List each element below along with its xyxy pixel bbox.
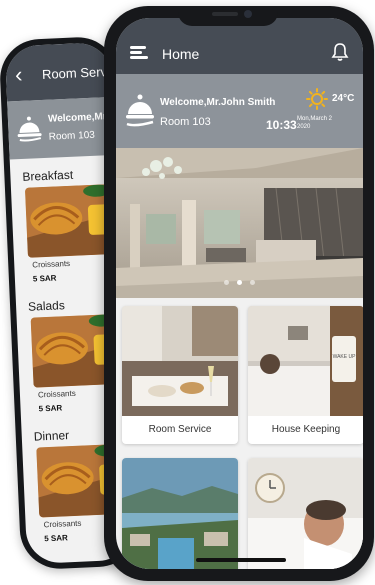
front-camera: [244, 10, 252, 18]
carousel-indicator[interactable]: [116, 272, 363, 290]
food-price: 5 SAR: [32, 273, 57, 284]
tile-label: Room Service: [148, 424, 212, 435]
back-welcome-banner: Welcome,Mr Room 103: [7, 96, 116, 160]
top-app-bar: Home: [116, 18, 363, 74]
service-bell-icon: [126, 94, 154, 127]
carousel-dot-active[interactable]: [237, 280, 242, 285]
menu-icon[interactable]: [130, 46, 150, 60]
hotel-lobby-carousel[interactable]: [116, 148, 363, 298]
front-phone-screen: Home Welcome,Mr.John Smith Room 103 24°C…: [116, 18, 363, 569]
room-service-header: ‹ Room Service: [4, 41, 124, 102]
tile-label: [122, 568, 238, 569]
food-image[interactable]: [24, 184, 112, 258]
service-bell-icon: [17, 116, 42, 142]
room-number: Room 103: [160, 116, 211, 128]
resort-image: [122, 458, 238, 569]
phone-notch: [178, 6, 278, 26]
room-service-tile[interactable]: Room Service: [122, 306, 238, 444]
tile-label: [248, 568, 363, 569]
food-label: Croissants: [43, 518, 82, 530]
sun-icon: [306, 88, 328, 110]
welcome-banner: Welcome,Mr.John Smith Room 103 24°C 10:3…: [116, 74, 363, 148]
speaker-grille: [212, 12, 238, 16]
house-keeping-image: WAKE UP: [248, 306, 363, 416]
welcome-name: Welcome,Mr.John Smith: [160, 97, 276, 108]
temperature: 24°C: [332, 93, 355, 104]
wake-up-tile[interactable]: [248, 458, 363, 569]
date-text: Mon,March 2 2020: [297, 116, 333, 130]
food-price: 5 SAR: [44, 533, 68, 544]
room-service-image: [122, 306, 238, 416]
back-welcome-name: Welcome,Mr: [47, 111, 107, 125]
food-label: Croissants: [32, 258, 71, 270]
section-salads: Salads: [27, 298, 66, 314]
resort-tile[interactable]: [122, 458, 238, 569]
section-breakfast: Breakfast: [22, 167, 74, 184]
svg-text:WAKE UP: WAKE UP: [333, 354, 357, 360]
home-indicator[interactable]: [196, 558, 286, 562]
tile-label: House Keeping: [271, 424, 341, 435]
food-label: Croissants: [37, 388, 76, 400]
back-room-number: Room 103: [48, 129, 96, 143]
bell-icon[interactable]: [331, 42, 349, 62]
house-keeping-tile[interactable]: WAKE UP House Keeping: [248, 306, 363, 444]
page-title: Home: [162, 46, 200, 62]
back-arrow-icon[interactable]: ‹: [14, 62, 22, 87]
carousel-dot[interactable]: [223, 280, 229, 285]
carousel-dot[interactable]: [250, 280, 256, 285]
front-phone: Home Welcome,Mr.John Smith Room 103 24°C…: [104, 6, 374, 581]
food-price: 5 SAR: [38, 403, 63, 414]
wake-up-image: [248, 458, 363, 569]
clock-time: 10:33: [266, 118, 297, 132]
section-dinner: Dinner: [33, 428, 70, 444]
